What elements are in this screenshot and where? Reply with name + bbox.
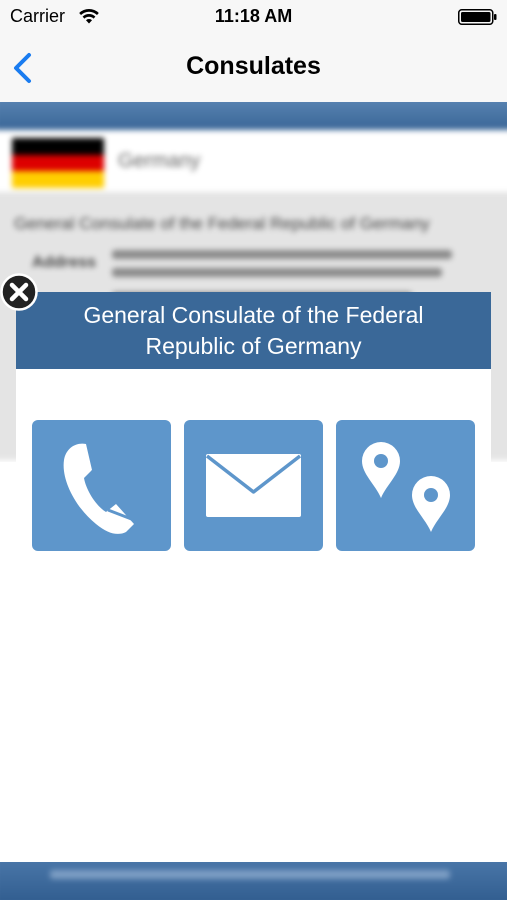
screen: Carrier 11:18 AM Consulates Germany Gene… — [0, 0, 507, 900]
call-button[interactable] — [32, 420, 171, 551]
map-button[interactable] — [336, 420, 475, 551]
phone-icon — [63, 441, 135, 534]
country-name: Germany — [118, 150, 201, 172]
modal-header: General Consulate of the Federal Republi… — [16, 292, 491, 369]
footer-text-line — [50, 870, 450, 879]
detail-text-line — [112, 268, 442, 277]
address-label: Address — [32, 254, 97, 271]
modal-title: General Consulate of the Federal Republi… — [83, 302, 424, 359]
consulate-modal: General Consulate of the Federal Republi… — [16, 292, 491, 552]
email-button[interactable] — [184, 420, 323, 551]
map-pins-icon — [362, 442, 450, 532]
mail-icon — [205, 454, 302, 517]
status-bar: Carrier 11:18 AM — [0, 0, 507, 34]
navigation-bar: Consulates — [0, 34, 507, 102]
page-title: Consulates — [186, 52, 321, 80]
country-row: Germany — [0, 130, 507, 192]
background-header-bar — [0, 102, 507, 130]
close-icon[interactable] — [0, 273, 38, 311]
germany-flag-icon — [12, 138, 104, 188]
status-time: 11:18 AM — [214, 6, 293, 26]
detail-text-line — [112, 250, 452, 259]
battery-icon — [458, 9, 497, 25]
detail-title: General Consulate of the Federal Republi… — [14, 214, 430, 233]
